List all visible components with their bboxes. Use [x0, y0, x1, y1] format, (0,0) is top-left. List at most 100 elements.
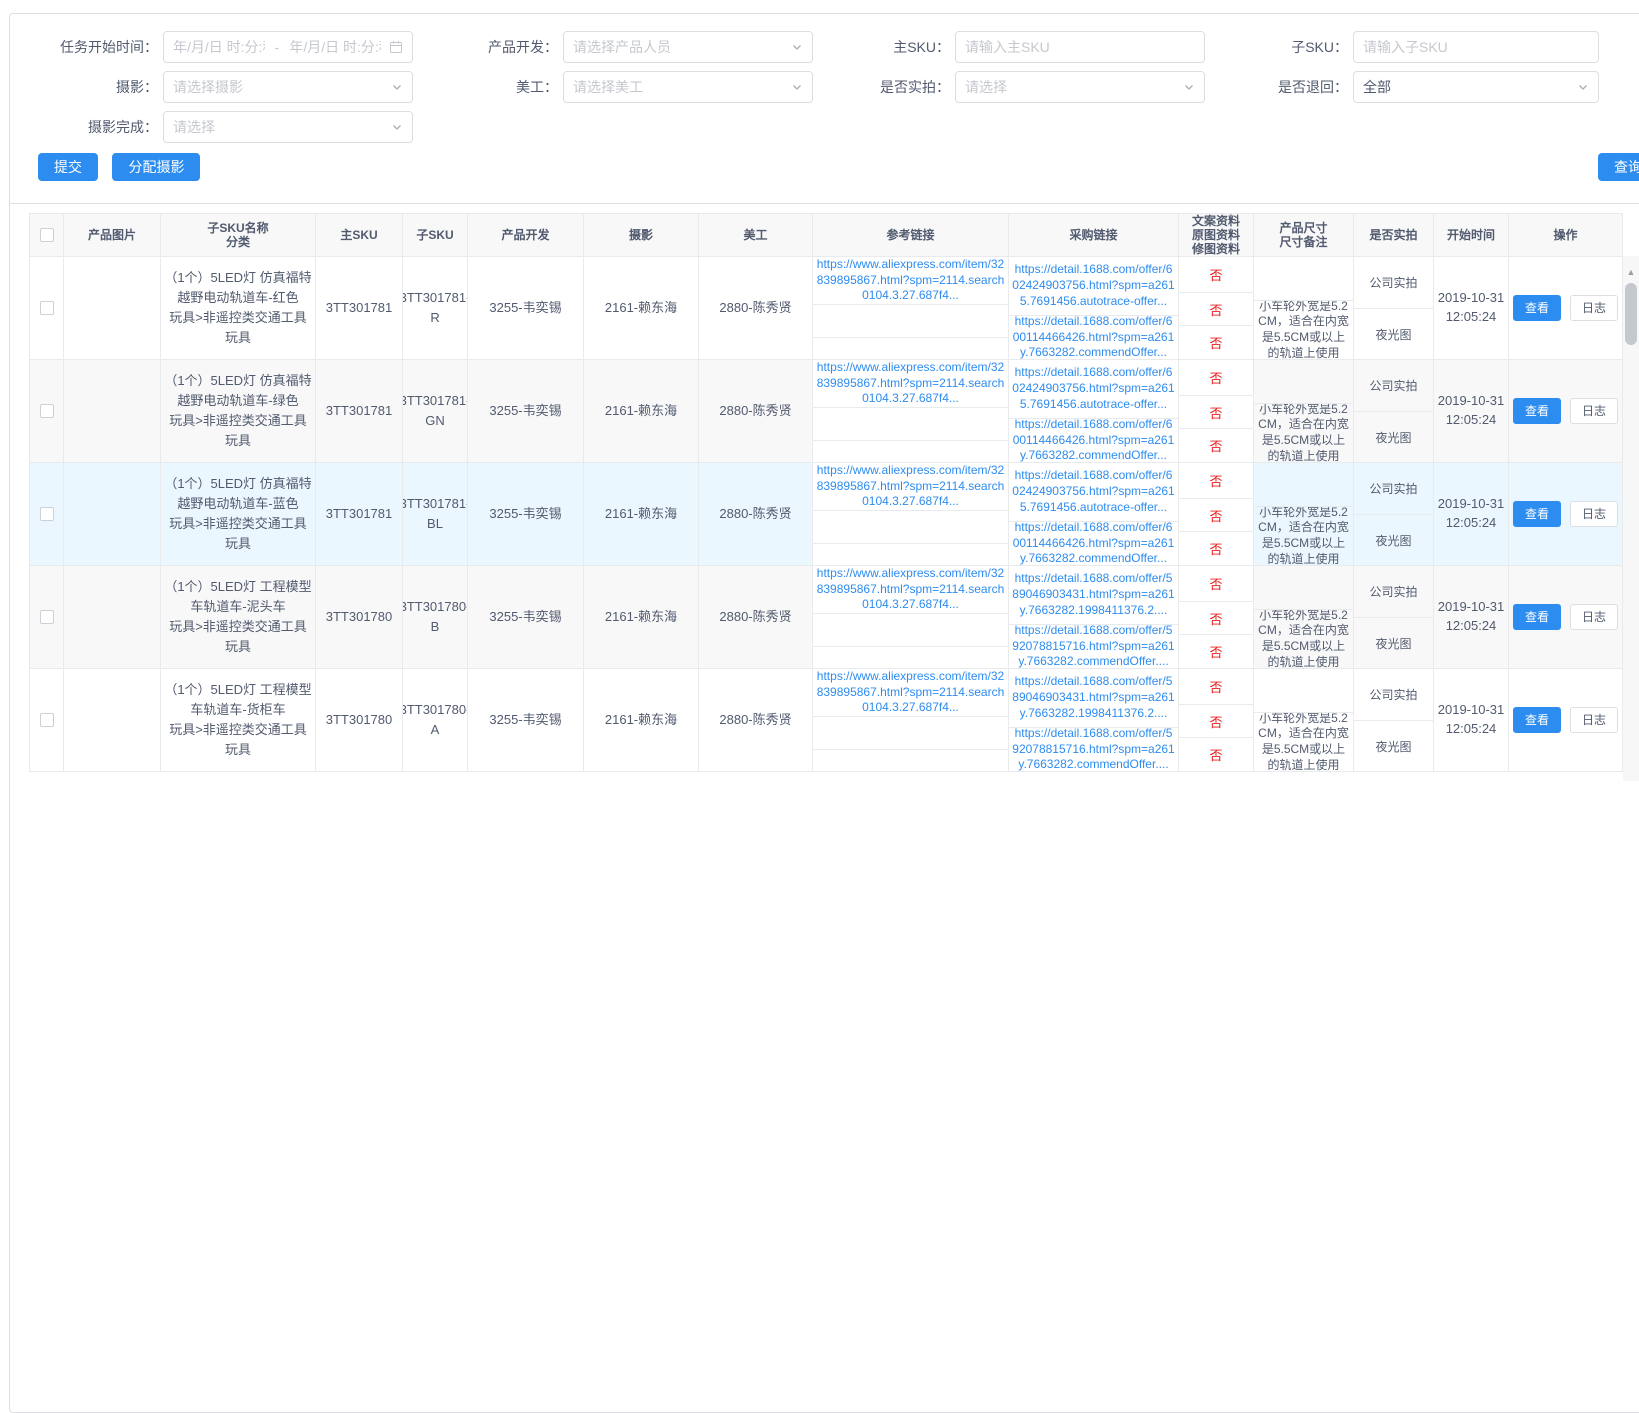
- main-sku: 3TT301781: [326, 298, 393, 318]
- is-returned-label: 是否退回：: [1210, 77, 1348, 97]
- section-divider: [10, 203, 1639, 204]
- photographer: 2161-赖东海: [605, 401, 677, 421]
- sku-category: 玩具>非遥控类交通工具玩具: [161, 617, 315, 657]
- start-time-cell: 2019-10-3112:05:24: [1434, 566, 1509, 668]
- row-checkbox[interactable]: [40, 404, 54, 418]
- copy-material-status: 否: [1209, 574, 1222, 593]
- log-button[interactable]: 日志: [1570, 295, 1618, 321]
- col-size-note: 产品尺寸 尺寸备注: [1254, 214, 1354, 256]
- product-developer-select[interactable]: 请选择产品人员: [563, 31, 813, 63]
- start-date: 2019-10-31: [1438, 392, 1505, 411]
- copy-material-status: 否: [1209, 471, 1222, 490]
- purchase-link-cell: https://detail.1688.com/offer/6024249037…: [1009, 360, 1179, 462]
- designer-select[interactable]: 请选择美工: [563, 71, 813, 103]
- scrollbar-thumb[interactable]: [1625, 283, 1637, 345]
- chevron-down-icon: [1183, 81, 1195, 93]
- sub-sku-input[interactable]: 请输入子SKU: [1353, 31, 1599, 63]
- product-developer-placeholder: 请选择产品人员: [573, 37, 785, 57]
- purchase-link[interactable]: https://detail.1688.com/offer/5890469034…: [1009, 571, 1178, 618]
- real-shot-type: 公司实拍: [1369, 480, 1417, 497]
- purchase-link[interactable]: https://detail.1688.com/offer/6001144664…: [1009, 521, 1178, 565]
- photographer-placeholder: 请选择摄影: [173, 77, 385, 97]
- photographer: 2161-赖东海: [605, 298, 677, 318]
- purchase-link[interactable]: https://detail.1688.com/offer/5890469034…: [1009, 674, 1178, 721]
- task-start-time-range-picker[interactable]: 年/月/日 时:分:秒 - 年/月/日 时:分:秒: [163, 31, 413, 63]
- purchase-link[interactable]: https://detail.1688.com/offer/6024249037…: [1009, 468, 1178, 515]
- reference-link[interactable]: https://www.aliexpress.com/item/32839895…: [813, 566, 1008, 613]
- start-time-cell: 2019-10-3112:05:24: [1434, 360, 1509, 462]
- main-sku-input[interactable]: 请输入主SKU: [955, 31, 1205, 63]
- start-clock: 12:05:24: [1446, 514, 1497, 533]
- photographer-cell: 2161-赖东海: [584, 360, 699, 462]
- row-checkbox[interactable]: [40, 301, 54, 315]
- assign-photography-button[interactable]: 分配摄影: [112, 153, 200, 181]
- real-shot-type: 夜光图: [1375, 326, 1411, 343]
- action-buttons: 查看日志: [1513, 604, 1618, 630]
- task-table: 产品图片 子SKU名称 分类 主SKU 子SKU 产品开发 摄影 美工 参考链接…: [29, 213, 1639, 772]
- col-materials: 文案资料 原图资料 修图资料: [1179, 214, 1254, 256]
- size-note-cell: 小车轮外宽是5.2CM，适合在内宽是5.5CM或以上的轨道上使用: [1254, 463, 1354, 565]
- log-button[interactable]: 日志: [1570, 398, 1618, 424]
- sku-name-cell: （1个）5LED灯 仿真福特越野电动轨道车-红色玩具>非遥控类交通工具玩具: [161, 257, 316, 359]
- product-image-cell: [64, 669, 161, 771]
- sub-sku-label: 子SKU：: [1210, 37, 1348, 57]
- reference-link[interactable]: https://www.aliexpress.com/item/32839895…: [813, 360, 1008, 407]
- view-button[interactable]: 查看: [1513, 398, 1561, 424]
- log-button[interactable]: 日志: [1570, 604, 1618, 630]
- select-cell: [30, 257, 64, 359]
- developer-cell: 3255-韦奕锡: [468, 566, 584, 668]
- view-button[interactable]: 查看: [1513, 604, 1561, 630]
- purchase-link-cell: https://detail.1688.com/offer/6024249037…: [1009, 463, 1179, 565]
- purchase-link[interactable]: https://detail.1688.com/offer/6024249037…: [1009, 365, 1178, 412]
- purchase-link[interactable]: https://detail.1688.com/offer/5920788157…: [1009, 727, 1178, 771]
- real-shot-cell: 公司实拍夜光图: [1354, 360, 1434, 462]
- log-button[interactable]: 日志: [1570, 501, 1618, 527]
- row-checkbox[interactable]: [40, 507, 54, 521]
- view-button[interactable]: 查看: [1513, 295, 1561, 321]
- reference-link[interactable]: https://www.aliexpress.com/item/32839895…: [813, 463, 1008, 510]
- start-clock: 12:05:24: [1446, 308, 1497, 327]
- col-select: [30, 214, 64, 256]
- main-sku-cell: 3TT301781: [316, 360, 403, 462]
- photography-done-select[interactable]: 请选择: [163, 111, 413, 143]
- query-button[interactable]: 查询: [1598, 153, 1639, 181]
- calendar-icon: [389, 40, 403, 54]
- is-real-shot-select[interactable]: 请选择: [955, 71, 1205, 103]
- real-shot-type: 公司实拍: [1369, 686, 1417, 703]
- sku-category: 玩具>非遥控类交通工具玩具: [161, 720, 315, 760]
- sku-name: （1个）5LED灯 工程模型车轨道车-泥头车: [161, 577, 315, 617]
- size-note: 小车轮外宽是5.2CM，适合在内宽是5.5CM或以上的轨道上使用: [1254, 403, 1353, 462]
- actions-cell: 查看日志: [1509, 257, 1623, 359]
- row-checkbox[interactable]: [40, 610, 54, 624]
- start-time-cell: 2019-10-3112:05:24: [1434, 463, 1509, 565]
- purchase-link[interactable]: https://detail.1688.com/offer/6024249037…: [1009, 262, 1178, 309]
- is-returned-select[interactable]: 全部: [1353, 71, 1599, 103]
- purchase-link[interactable]: https://detail.1688.com/offer/5920788157…: [1009, 624, 1178, 668]
- developer: 3255-韦奕锡: [489, 298, 561, 318]
- purchase-link[interactable]: https://detail.1688.com/offer/6001144664…: [1009, 418, 1178, 462]
- table-row: （1个）5LED灯 仿真福特越野电动轨道车-绿色玩具>非遥控类交通工具玩具3TT…: [30, 360, 1623, 463]
- retouch-material-status: 否: [1209, 642, 1222, 661]
- is-real-shot-label: 是否实拍：: [818, 77, 950, 97]
- scroll-up-arrow-icon[interactable]: ▲: [1623, 268, 1639, 277]
- select-cell: [30, 566, 64, 668]
- photographer-cell: 2161-赖东海: [584, 566, 699, 668]
- sub-sku-cell: 3TT301780-B: [403, 566, 468, 668]
- log-button[interactable]: 日志: [1570, 707, 1618, 733]
- photographer-select[interactable]: 请选择摄影: [163, 71, 413, 103]
- developer-cell: 3255-韦奕锡: [468, 257, 584, 359]
- developer-cell: 3255-韦奕锡: [468, 669, 584, 771]
- row-checkbox[interactable]: [40, 713, 54, 727]
- action-buttons: 查看日志: [1513, 501, 1618, 527]
- view-button[interactable]: 查看: [1513, 707, 1561, 733]
- actions-cell: 查看日志: [1509, 669, 1623, 771]
- purchase-link[interactable]: https://detail.1688.com/offer/6001144664…: [1009, 315, 1178, 359]
- is-real-shot-placeholder: 请选择: [965, 77, 1177, 97]
- view-button[interactable]: 查看: [1513, 501, 1561, 527]
- vertical-scrollbar[interactable]: ▲: [1623, 256, 1639, 781]
- reference-link[interactable]: https://www.aliexpress.com/item/32839895…: [813, 669, 1008, 716]
- developer-cell: 3255-韦奕锡: [468, 360, 584, 462]
- reference-link[interactable]: https://www.aliexpress.com/item/32839895…: [813, 257, 1008, 304]
- select-all-checkbox[interactable]: [40, 228, 54, 242]
- submit-button[interactable]: 提交: [38, 153, 98, 181]
